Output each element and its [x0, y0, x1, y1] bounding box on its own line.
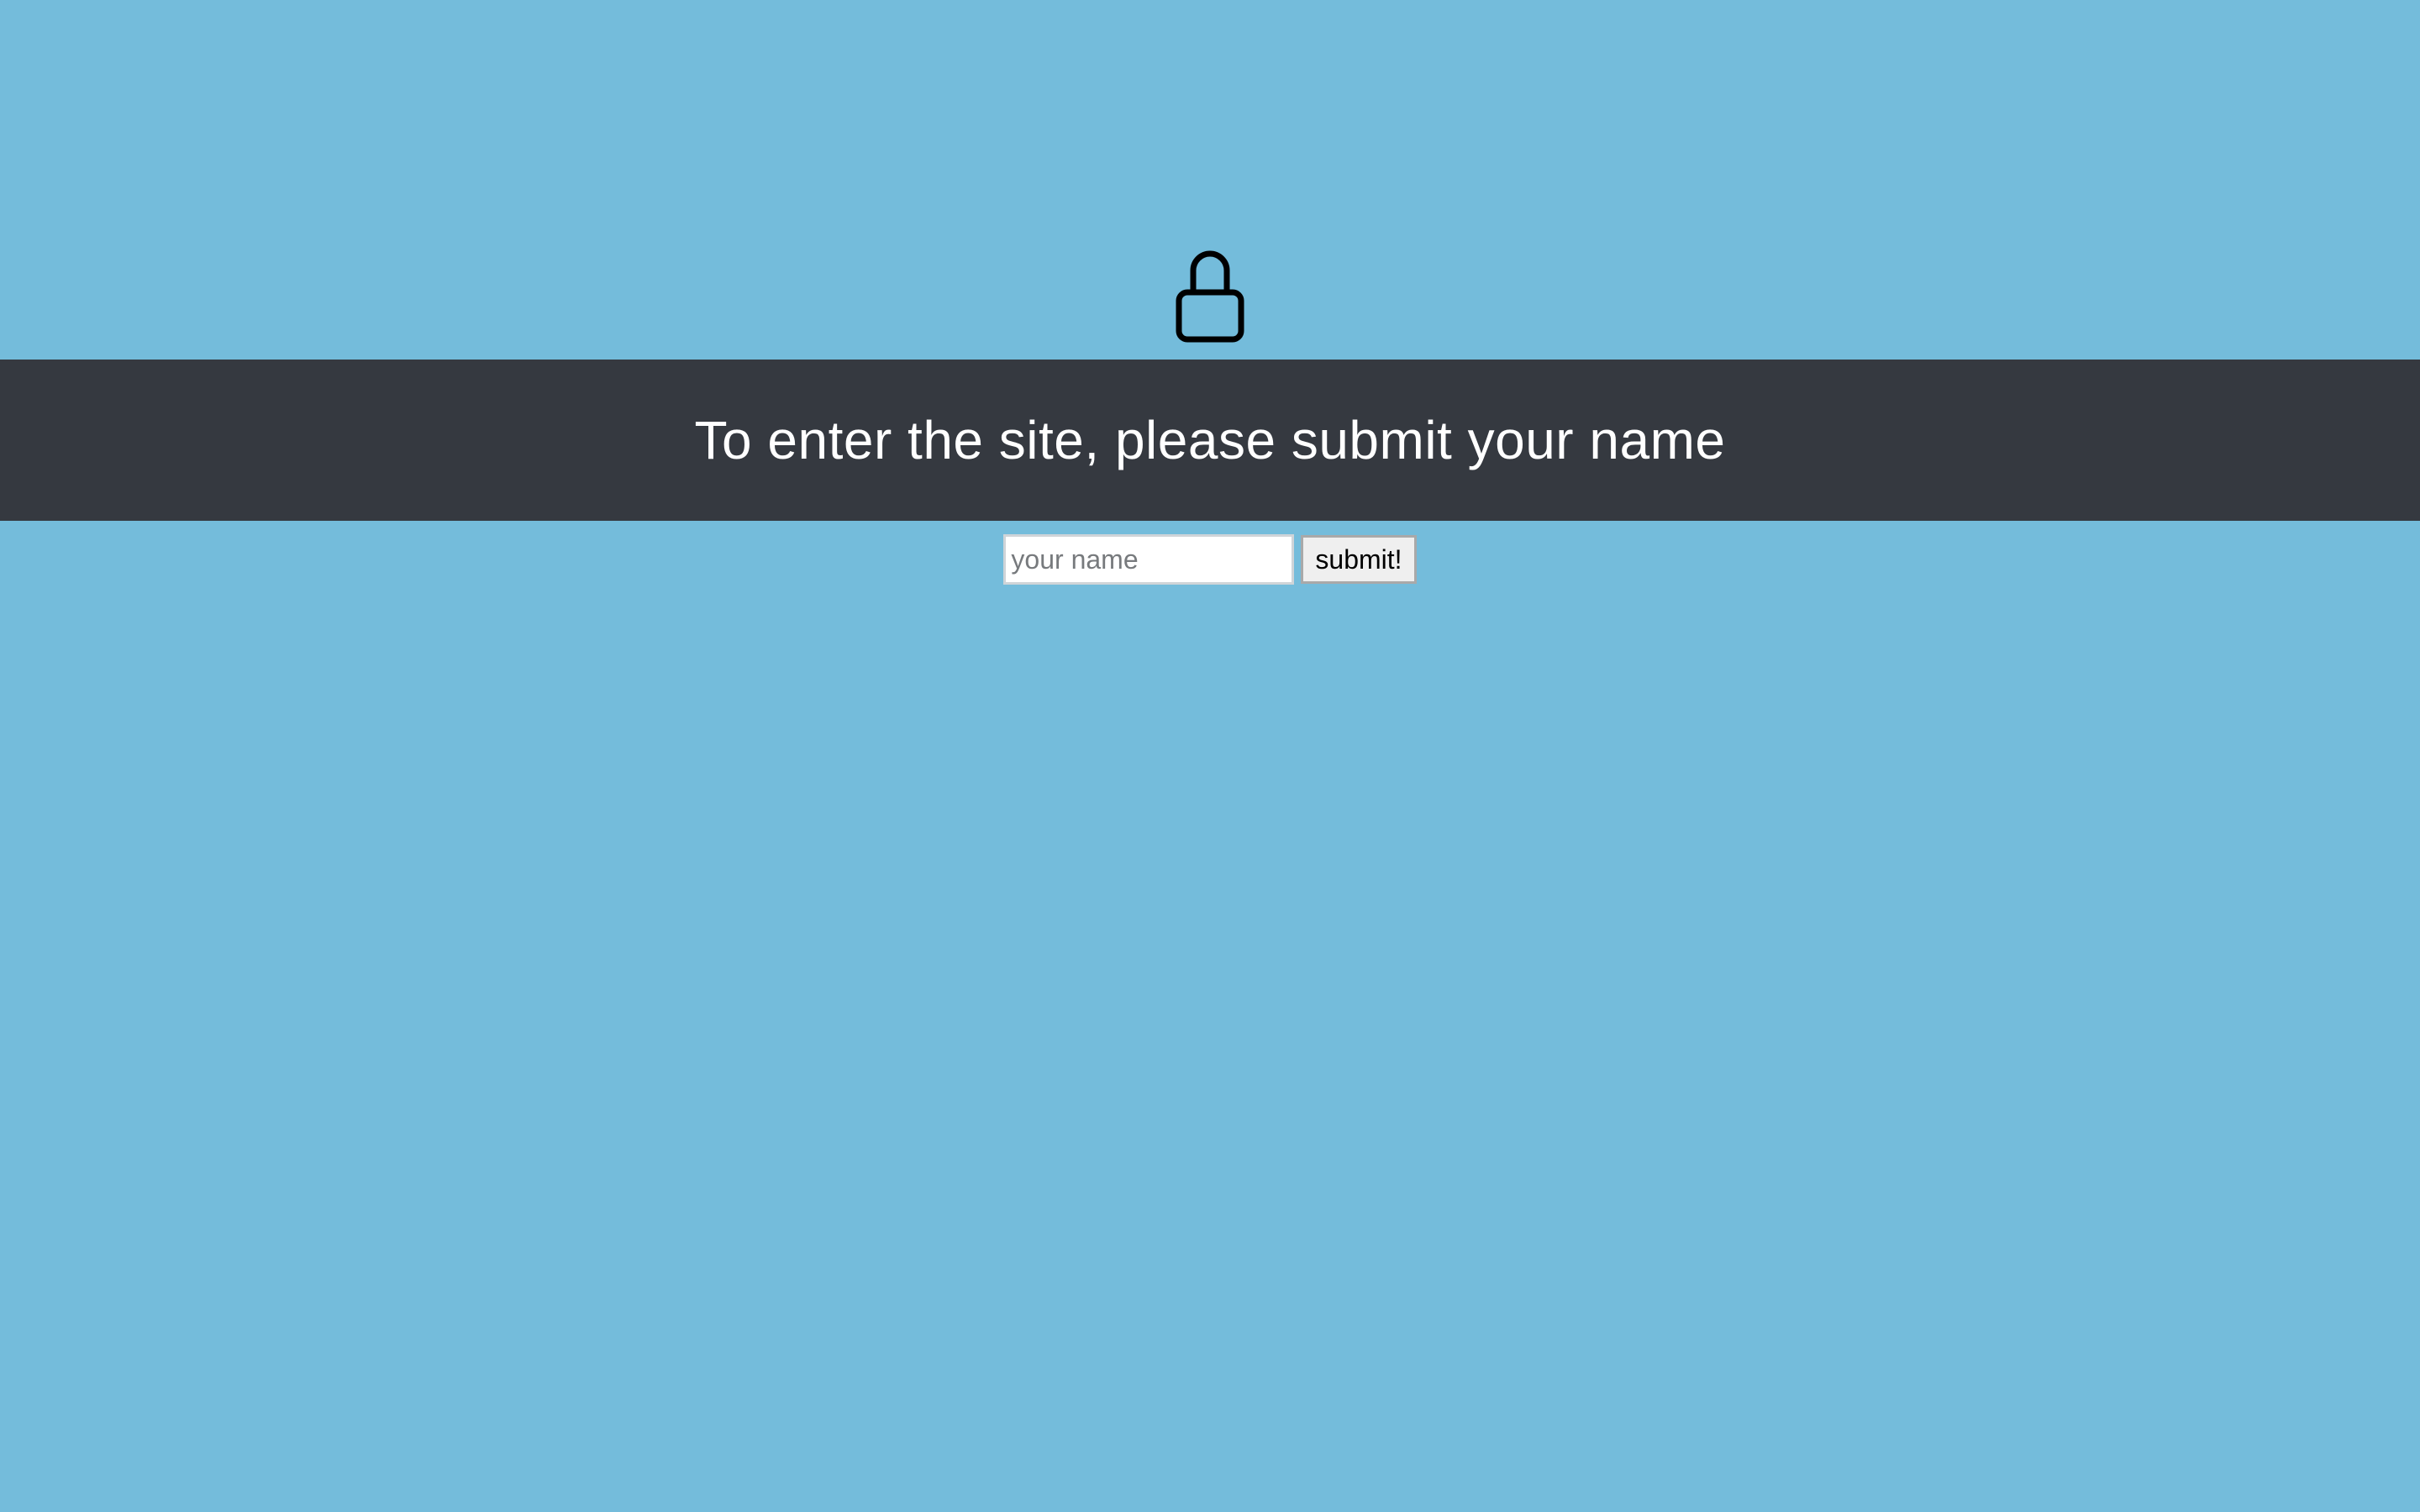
heading-banner: To enter the site, please submit your na…	[0, 360, 2420, 521]
lock-icon	[1176, 250, 1244, 343]
lock-icon-container	[0, 249, 2420, 344]
name-form: submit!	[0, 534, 2420, 585]
page-title: To enter the site, please submit your na…	[694, 410, 1726, 470]
name-input[interactable]	[1003, 534, 1295, 585]
submit-button[interactable]: submit!	[1301, 535, 1417, 584]
